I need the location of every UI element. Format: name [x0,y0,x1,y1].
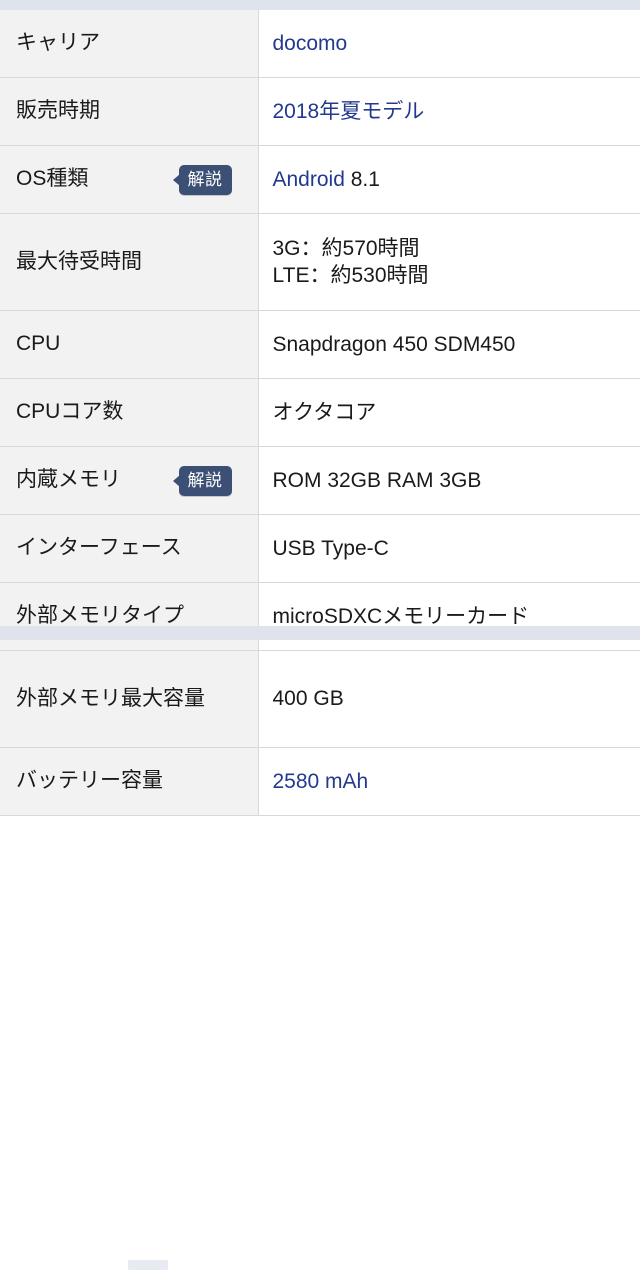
spec-value-cell: 400 GB [258,650,640,748]
bottom-chip[interactable] [20,1259,62,1275]
info-callout-icon[interactable]: 解説 [178,465,232,496]
table-row: OS種類 解説 Android 8.1 [0,145,640,214]
specification-table: キャリア docomo 販売時期 2018年夏モデル OS種類 解説 Android 8.1… [0,10,640,816]
spec-value-line: 3G：約570時間 [273,235,629,262]
spec-value-text: 3G：約570時間 [272,236,420,260]
spec-label-row: インターフェース [16,535,246,562]
table-row: 販売時期 2018年夏モデル [0,77,640,146]
spec-label-cell: 外部メモリタイプ [0,582,259,651]
spec-label-cell: CPU [0,310,259,379]
spec-value-line: 2580 mAh [273,768,629,795]
spec-value-cell: docomo [258,10,640,78]
spec-label-text: 内蔵メモリ [16,468,121,492]
table-row: CPUコア数 オクタコア [0,378,640,447]
spec-value-line: docomo [273,30,629,57]
spec-value-line: LTE：約530時間 [273,262,629,289]
spec-value-cell: オクタコア [258,378,640,447]
spec-label-row: OS種類 解説 [16,164,246,195]
spec-sheet-page: キャリア docomo 販売時期 2018年夏モデル OS種類 解説 Android 8.1… [0,0,640,1275]
spec-label-text: CPUコア数 [16,400,124,424]
spec-value-cell: microSDXCメモリーカード [258,582,640,651]
spec-label-row: 外部メモリ最大容量 [16,686,246,713]
spec-label-row: 最大待受時間 [16,249,246,276]
spec-label-row: キャリア [16,30,246,57]
spec-label-row: 販売時期 [16,98,246,125]
spec-label-cell: キャリア [0,10,259,78]
spec-value-text: Snapdragon 450 SDM450 [272,332,516,356]
spec-value-text: 400 GB [272,687,344,711]
spec-value-link[interactable]: docomo [273,32,348,55]
spec-label-text: 外部メモリ最大容量 [16,686,205,710]
spec-label-cell: CPUコア数 [0,378,259,447]
spec-value-line: Android 8.1 [273,166,629,193]
spec-label-text: キャリア [16,31,100,55]
spec-value-line: 400 GB [273,685,629,712]
spec-value-text: microSDXCメモリーカード [272,604,530,628]
spec-label-cell: インターフェース [0,514,259,583]
table-row: 外部メモリ最大容量 400 GB [0,650,640,748]
spec-label-row: 内蔵メモリ 解説 [16,465,246,496]
top-chrome-band [0,0,640,10]
table-row: キャリア docomo [0,10,640,78]
table-row: 内蔵メモリ 解説 ROM 32GB RAM 3GB [0,446,640,515]
spec-label-text: インターフェース [16,536,182,560]
spec-label-cell: 最大待受時間 [0,213,259,311]
spec-label-text: CPU [16,332,61,356]
spec-value-text: LTE：約530時間 [272,264,429,287]
spec-value-line: ROM 32GB RAM 3GB [273,467,629,494]
spec-label-text: OS種類 [16,167,89,191]
spec-label-cell: 内蔵メモリ 解説 [0,446,259,515]
spec-value-text: ROM 32GB RAM 3GB [272,468,482,492]
spec-label-row: CPUコア数 [16,399,246,426]
spec-value-line: Snapdragon 450 SDM450 [273,331,629,358]
spec-value-cell: Android 8.1 [258,145,640,214]
table-row: バッテリー容量 2580 mAh [0,747,640,816]
table-row: インターフェース USB Type-C [0,514,640,583]
spec-value-cell: USB Type-C [258,514,640,583]
spec-value-line: USB Type-C [273,535,629,562]
spec-value-cell: 2580 mAh [258,747,640,816]
specification-table-body: キャリア docomo 販売時期 2018年夏モデル OS種類 解説 Android 8.1… [0,10,640,816]
spec-value-cell: 3G：約570時間 LTE：約530時間 [258,213,640,311]
spec-value-text: 8.1 [344,167,380,191]
spec-label-text: バッテリー容量 [16,769,163,793]
spec-value-line: 2018年夏モデル [273,98,629,125]
spec-value-text: オクタコア [272,400,377,424]
spec-value-cell: 2018年夏モデル [258,77,640,146]
spec-value-cell: Snapdragon 450 SDM450 [258,310,640,379]
bottom-ghost-text [128,1260,168,1270]
spec-label-cell: 販売時期 [0,77,259,146]
spec-value-link[interactable]: 2018年夏モデル [273,100,425,123]
spec-value-link[interactable]: Android [273,168,345,191]
spec-label-text: 販売時期 [16,99,100,123]
spec-value-cell: ROM 32GB RAM 3GB [258,446,640,515]
spec-label-cell: バッテリー容量 [0,747,259,816]
spec-value-link[interactable]: 2580 mAh [273,770,369,793]
spec-label-row: CPU [16,331,246,358]
spec-value-text: USB Type-C [272,536,389,560]
spec-label-cell: OS種類 解説 [0,145,259,214]
table-row: CPU Snapdragon 450 SDM450 [0,310,640,379]
info-callout-icon[interactable]: 解説 [178,164,232,195]
spec-label-text: 最大待受時間 [16,249,142,273]
table-row: 最大待受時間 3G：約570時間 LTE：約530時間 [0,213,640,311]
spec-label-row: バッテリー容量 [16,768,246,795]
spec-value-line: オクタコア [273,399,629,426]
bottom-chrome-band [0,626,640,1275]
spec-label-cell: 外部メモリ最大容量 [0,650,259,748]
table-row: 外部メモリタイプ microSDXCメモリーカード [0,582,640,651]
